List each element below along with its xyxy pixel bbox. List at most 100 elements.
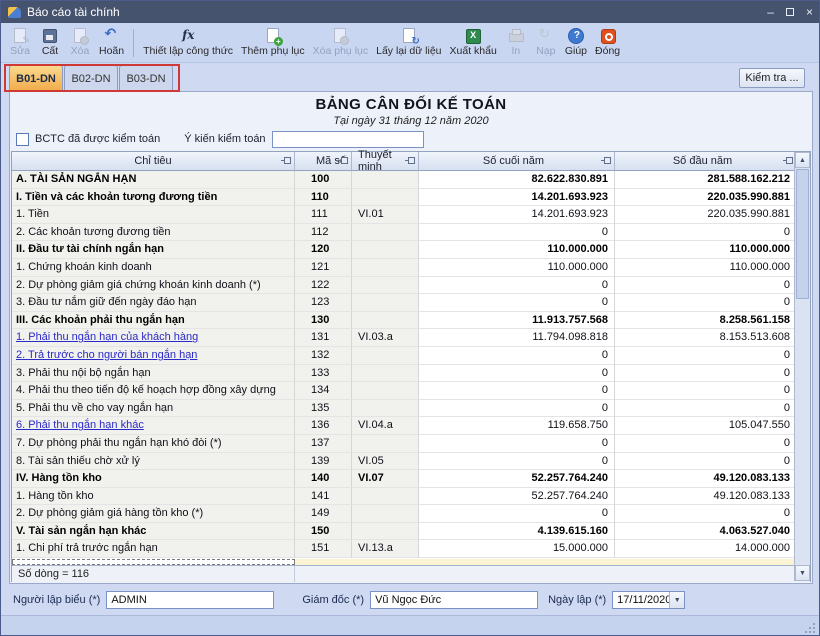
cell-label: 2. Dự phòng giảm giá hàng tồn kho (*) [12,505,295,523]
table-row[interactable]: I. Tiền và các khoản tương đương tiền110… [12,189,810,207]
scrollbar-thumb[interactable] [796,169,809,299]
tab-b02-dn[interactable]: B02-DN [64,65,118,91]
table-row[interactable]: 8. Tài sản thiếu chờ xử lý139VI.0500 [12,453,810,471]
column-header-1[interactable]: Chỉ tiêu [12,152,295,171]
scroll-up-icon[interactable]: ▲ [795,152,810,168]
cell-label[interactable]: 6. Phải thu ngắn hạn khác [12,417,295,435]
date-picker[interactable]: 17/11/2020 ▼ [612,591,685,609]
table-row[interactable]: 2. Dự phòng giảm giá hàng tồn kho (*)149… [12,505,810,523]
cell-note [352,382,419,400]
table-row[interactable]: IV. Hàng tồn kho140VI.0752.257.764.24049… [12,470,810,488]
cell-begin-year: 0 [615,277,796,295]
table-row[interactable]: 2. Trả trước cho người bán ngắn hạn13200 [12,347,810,365]
cell-end-year: 52.257.764.240 [419,488,615,506]
cell-end-year: 0 [419,294,615,312]
audited-checkbox[interactable] [16,133,29,146]
minimize-icon[interactable]: – [767,1,774,23]
pin-icon[interactable] [341,157,348,164]
toolbar-button-export[interactable]: Xuất khẩu [446,24,501,62]
toolbar-button-label: Xóa phụ lục [313,45,368,57]
cell-begin-year: 0 [615,365,796,383]
table-row[interactable]: 1. Chi phí trả trước ngắn hạn151VI.13.a1… [12,540,810,558]
check-button[interactable]: Kiểm tra ... [739,68,805,88]
cell-label[interactable]: 2. Trả trước cho người bán ngắn hạn [12,347,295,365]
table-row[interactable]: 3. Phải thu nội bộ ngắn hạn13300 [12,365,810,383]
column-header-2[interactable]: Mã số [295,152,352,171]
toolbar-button-label: Lấy lại dữ liệu [376,45,441,57]
cell-end-year: 0 [419,277,615,295]
tab-b03-dn[interactable]: B03-DN [119,65,173,91]
tab-b01-dn[interactable]: B01-DN [9,65,63,91]
toolbar-button-add-appendix[interactable]: Thêm phụ lục [237,24,309,62]
close-icon[interactable]: × [806,1,813,23]
table-row[interactable]: 1. Chứng khoán kinh doanh121110.000.0001… [12,259,810,277]
cell-label: V. Tài sản ngắn hạn khác [12,523,295,541]
cell-note: VI.01 [352,206,419,224]
toolbar-button-save[interactable]: Cất [35,24,65,62]
cell-begin-year: 4.063.527.040 [615,523,796,541]
cell-begin-year: 220.035.990.881 [615,189,796,207]
toolbar-button-close[interactable]: Đóng [591,24,624,62]
row-count-label: Số dòng = 116 [12,566,295,582]
toolbar-button-label: Hoãn [99,45,124,57]
toolbar-button-undo[interactable]: Hoãn [95,24,128,62]
toolbar-button-reload-data[interactable]: Lấy lại dữ liệu [372,24,445,62]
table-row[interactable]: 6. Phải thu ngắn hạn khác136VI.04.a119.6… [12,417,810,435]
pin-icon[interactable] [786,157,793,164]
toolbar-button-help[interactable]: Giúp [561,24,591,62]
preparer-input[interactable] [106,591,274,609]
app-window: Báo cáo tài chính – × SửaCấtXóaHoãnThiết… [0,0,820,636]
resize-grip[interactable] [805,623,815,633]
table-row[interactable]: 3. Đầu tư nắm giữ đến ngày đáo hạn12300 [12,294,810,312]
audit-opinion-input[interactable] [272,131,424,148]
cell-begin-year: 0 [615,505,796,523]
column-header-4[interactable]: Số cuối năm [419,152,615,171]
balance-sheet-grid: Chỉ tiêuMã sốThuyết minhSố cuối nămSố đầ… [11,151,811,582]
cell-code: 112 [295,224,352,242]
cell-code: 111 [295,206,352,224]
add-appendix-icon [264,28,282,44]
cell-code: 137 [295,435,352,453]
table-row[interactable]: 5. Phải thu về cho vay ngắn hạn13500 [12,400,810,418]
table-row[interactable]: 1. Phải thu ngắn hạn của khách hàng131VI… [12,329,810,347]
column-header-5[interactable]: Số đầu năm [615,152,796,171]
table-row[interactable]: III. Các khoản phải thu ngắn hạn13011.91… [12,312,810,330]
print-icon [507,28,525,44]
cell-code: 139 [295,453,352,471]
table-row[interactable]: 1. Tiền111VI.0114.201.693.923220.035.990… [12,206,810,224]
director-input[interactable] [370,591,538,609]
toolbar-button-label: Xóa [71,45,90,57]
cell-label[interactable]: 1. Phải thu ngắn hạn của khách hàng [12,329,295,347]
help-icon [567,28,585,44]
cell-end-year: 0 [419,382,615,400]
table-row[interactable]: 2. Dự phòng giảm giá chứng khoán kinh do… [12,277,810,295]
table-row[interactable]: 1. Hàng tồn kho14152.257.764.24049.120.0… [12,488,810,506]
chevron-down-icon[interactable]: ▼ [669,592,684,608]
edit-icon [11,28,29,44]
column-header-3[interactable]: Thuyết minh [352,152,419,171]
pin-icon[interactable] [604,157,611,164]
scroll-down-icon[interactable]: ▼ [795,565,810,581]
cell-end-year: 4.139.615.160 [419,523,615,541]
cell-end-year: 14.201.693.923 [419,189,615,207]
pin-icon[interactable] [284,157,291,164]
title-bar: Báo cáo tài chính – × [1,1,819,23]
maximize-icon[interactable] [786,8,794,16]
pin-icon[interactable] [408,157,415,164]
cell-note [352,523,419,541]
toolbar-button-formula[interactable]: Thiết lập công thức [139,24,237,62]
table-row[interactable]: II. Đầu tư tài chính ngắn hạn120110.000.… [12,241,810,259]
table-row[interactable]: 4. Phải thu theo tiến độ kế hoạch hợp đồ… [12,382,810,400]
cell-label: 3. Đầu tư nắm giữ đến ngày đáo hạn [12,294,295,312]
vertical-scrollbar[interactable]: ▲ ▼ [794,152,810,581]
cell-begin-year: 0 [615,453,796,471]
partially-visible-row[interactable] [12,559,810,565]
table-row[interactable]: 2. Các khoản tương đương tiền11200 [12,224,810,242]
cell-code: 120 [295,241,352,259]
cell-label: 2. Các khoản tương đương tiền [12,224,295,242]
table-row[interactable]: 7. Dự phòng phải thu ngắn hạn khó đòi (*… [12,435,810,453]
table-row[interactable]: V. Tài sản ngắn hạn khác1504.139.615.160… [12,523,810,541]
audited-checkbox-label: BCTC đã được kiểm toán [35,133,160,145]
cell-code: 151 [295,540,352,558]
table-row[interactable]: A. TÀI SẢN NGẮN HẠN10082.622.830.891281.… [12,171,810,189]
